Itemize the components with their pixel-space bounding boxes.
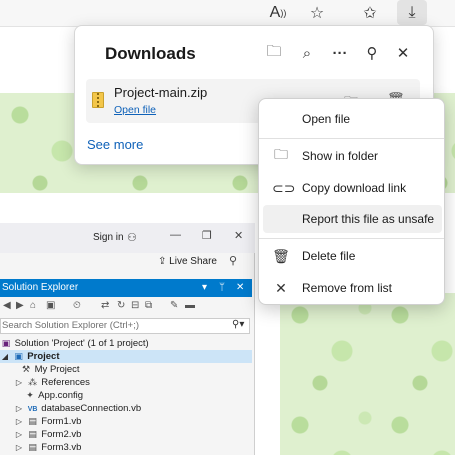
back-icon[interactable]: ◀ bbox=[3, 300, 11, 311]
preview-icon[interactable]: ▬ bbox=[185, 300, 195, 311]
tree-my-project[interactable]: ⚒ My Project bbox=[20, 363, 80, 376]
solution-explorer-toolbar: ◀ ▶ ⌂ ▣ ⏲ ⇄ ↻ ⊟ ⧉ ✎ ▬ bbox=[0, 297, 252, 317]
menu-delete-file[interactable]: 🗑 Delete file bbox=[263, 242, 442, 270]
solution-icon: ▣ bbox=[1, 338, 11, 348]
show-all-icon[interactable]: ⧉ bbox=[145, 300, 152, 311]
sign-in-link[interactable]: Sign in bbox=[93, 232, 124, 243]
collapse-arrow-icon: ▷ bbox=[15, 430, 23, 439]
search-icon[interactable]: ⌕ bbox=[294, 40, 320, 66]
menu-remove-from-list[interactable]: ✕ Remove from list bbox=[263, 274, 442, 302]
tree-app-config[interactable]: ✦ App.config bbox=[24, 389, 83, 402]
live-share-icon: ⇪ bbox=[158, 256, 167, 267]
feedback-icon[interactable]: ⚲ bbox=[229, 254, 237, 267]
refresh-icon[interactable]: ↻ bbox=[117, 300, 125, 311]
close-icon: ✕ bbox=[275, 279, 287, 296]
config-file-icon: ✦ bbox=[26, 390, 34, 400]
favorites-list-icon[interactable]: ✩ bbox=[355, 0, 385, 25]
close-icon[interactable]: ✕ bbox=[390, 40, 416, 66]
folder-icon[interactable]: 🗀 bbox=[261, 40, 287, 66]
history-icon[interactable]: ⏲ bbox=[73, 300, 81, 311]
star-icon[interactable]: ☆ bbox=[302, 0, 332, 25]
vs-icon[interactable]: ▣ bbox=[46, 300, 55, 311]
close-window-icon[interactable]: ✕ bbox=[234, 229, 243, 242]
pin-icon[interactable]: ⚲ bbox=[359, 40, 385, 66]
link-icon: ⊂⊃ bbox=[272, 179, 296, 196]
tree-form1[interactable]: ▷ ▤ Form1.vb bbox=[14, 415, 81, 428]
downloads-title: Downloads bbox=[105, 44, 196, 63]
trash-icon: 🗑 bbox=[272, 247, 290, 264]
tree-references[interactable]: ▷ ⁂ References bbox=[14, 376, 90, 389]
cabbage-background-lower bbox=[280, 293, 455, 455]
collapse-arrow-icon: ▷ bbox=[15, 378, 23, 387]
visual-studio-window: Sign in ⚇ — ❐ ✕ ⇪ Live Share ⚲ Solution … bbox=[0, 223, 255, 455]
download-filename: Project-main.zip bbox=[114, 85, 208, 100]
user-icon[interactable]: ⚇ bbox=[127, 231, 137, 244]
tree-database-connection[interactable]: ▷ VB databaseConnection.vb bbox=[14, 402, 141, 415]
search-placeholder: Search Solution Explorer (Ctrl+;) bbox=[2, 320, 140, 331]
browser-toolbar: A)) ☆ ✩ ⤓ bbox=[0, 0, 455, 27]
menu-open-file[interactable]: Open file bbox=[263, 105, 442, 133]
properties-icon[interactable]: ✎ bbox=[170, 300, 178, 311]
forward-icon[interactable]: ▶ bbox=[16, 300, 24, 311]
open-file-link[interactable]: Open file bbox=[114, 104, 156, 116]
live-share-button[interactable]: ⇪ Live Share bbox=[158, 256, 217, 267]
download-context-menu: Open file 🗀 Show in folder ⊂⊃ Copy downl… bbox=[258, 98, 445, 305]
form-icon: ▤ bbox=[28, 416, 37, 426]
vb-project-icon: ▣ bbox=[14, 351, 23, 361]
form-icon: ▤ bbox=[28, 429, 37, 439]
live-share-label: Live Share bbox=[169, 256, 217, 267]
collapse-arrow-icon: ▷ bbox=[15, 404, 23, 413]
menu-report-unsafe[interactable]: Report this file as unsafe bbox=[263, 205, 442, 233]
vs-title-bar: Sign in ⚇ — ❐ ✕ bbox=[0, 223, 255, 253]
expand-arrow-icon: ◢ bbox=[1, 352, 9, 361]
tree-solution[interactable]: ▣ Solution 'Project' (1 of 1 project) bbox=[0, 337, 149, 350]
menu-divider bbox=[259, 138, 444, 139]
restore-icon[interactable]: ❐ bbox=[202, 229, 212, 242]
solution-explorer-header: Solution Explorer ▾ ᛘ ✕ bbox=[0, 279, 252, 297]
pin-icon[interactable]: ᛘ bbox=[219, 279, 225, 297]
more-icon[interactable]: ··· bbox=[327, 40, 353, 66]
menu-divider bbox=[259, 238, 444, 239]
menu-copy-download-link[interactable]: ⊂⊃ Copy download link bbox=[263, 174, 442, 202]
search-icon[interactable]: ⚲▾ bbox=[232, 319, 244, 330]
wrench-icon: ⚒ bbox=[21, 364, 31, 374]
read-aloud-icon[interactable]: A)) bbox=[263, 0, 293, 25]
menu-show-in-folder[interactable]: 🗀 Show in folder bbox=[263, 142, 442, 170]
collapse-arrow-icon: ▷ bbox=[15, 443, 23, 452]
zip-file-icon bbox=[92, 92, 104, 108]
minimize-icon[interactable]: — bbox=[170, 229, 181, 241]
collapse-icon[interactable]: ⊟ bbox=[131, 300, 139, 311]
window-position-icon[interactable]: ▾ bbox=[202, 279, 207, 297]
references-icon: ⁂ bbox=[28, 377, 38, 387]
sync-icon[interactable]: ⇄ bbox=[101, 300, 109, 311]
solution-explorer-search[interactable]: Search Solution Explorer (Ctrl+;) bbox=[0, 318, 250, 334]
tree-form2[interactable]: ▷ ▤ Form2.vb bbox=[14, 428, 81, 441]
solution-explorer-title: Solution Explorer bbox=[2, 282, 79, 293]
see-more-link[interactable]: See more bbox=[87, 137, 143, 152]
tree-form3[interactable]: ▷ ▤ Form3.vb bbox=[14, 441, 81, 454]
download-icon[interactable]: ⤓ bbox=[397, 0, 427, 25]
folder-icon: 🗀 bbox=[274, 146, 288, 162]
home-icon[interactable]: ⌂ bbox=[30, 300, 36, 311]
collapse-arrow-icon: ▷ bbox=[15, 417, 23, 426]
close-pane-icon[interactable]: ✕ bbox=[236, 279, 244, 297]
tree-project[interactable]: ◢ ▣ Project bbox=[0, 350, 252, 363]
form-icon: ▤ bbox=[28, 442, 37, 452]
